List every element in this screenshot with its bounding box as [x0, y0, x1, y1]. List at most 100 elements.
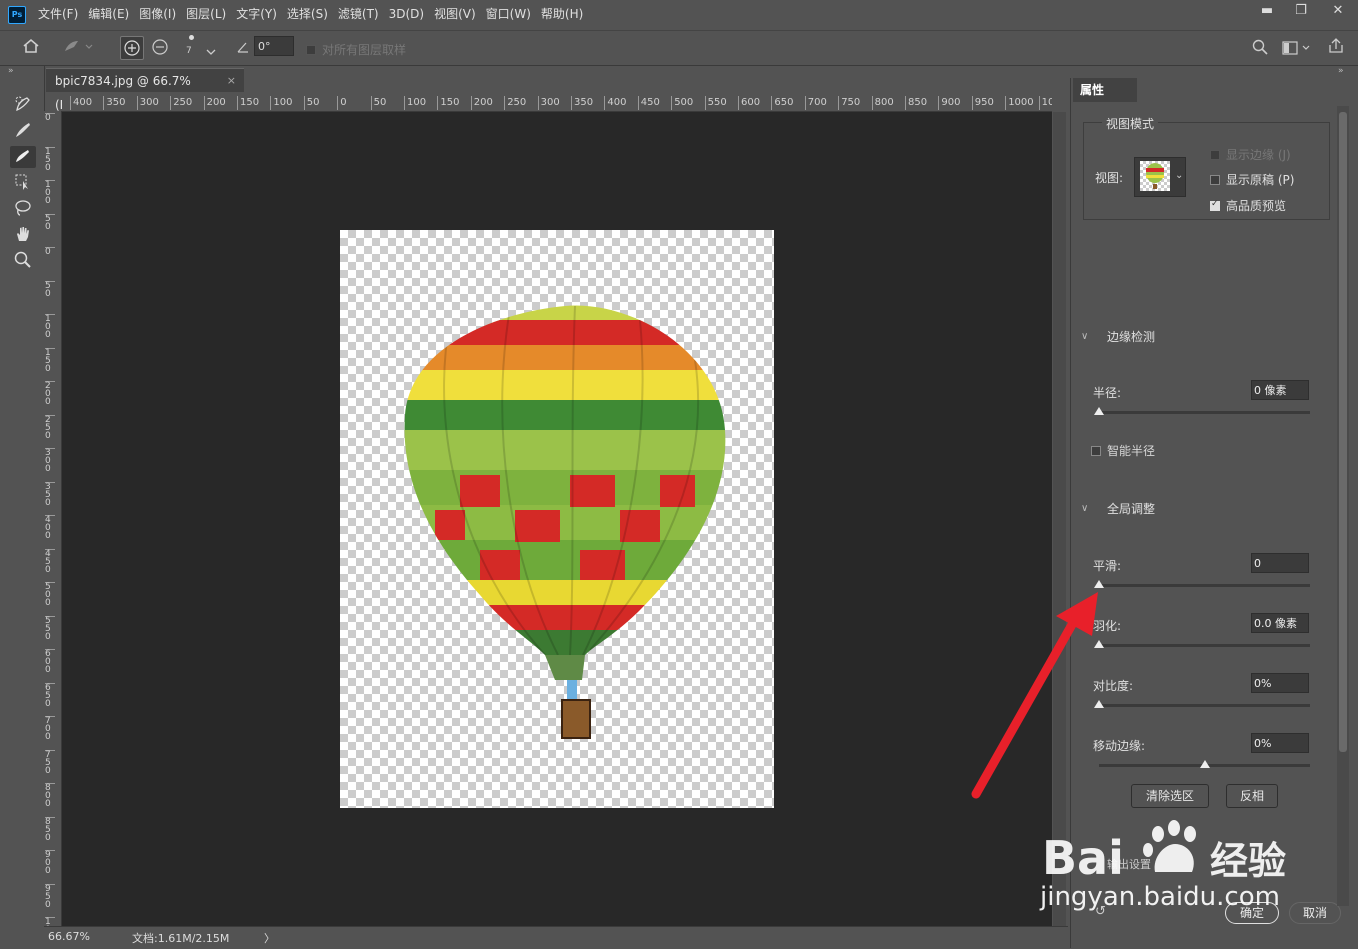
share-icon[interactable] — [1327, 37, 1345, 59]
ruler-tick-label: 650 — [771, 96, 793, 110]
hand-tool-icon[interactable] — [10, 224, 36, 246]
ruler-tick-label: 350 — [45, 481, 55, 507]
view-mode-dropdown[interactable]: ⌄ — [1134, 157, 1186, 197]
global-refinements-header[interactable]: ∨ 全局调整 — [1081, 500, 1155, 517]
clear-selection-button[interactable]: 清除选区 — [1131, 784, 1209, 808]
status-menu-arrow[interactable]: 〉 — [264, 930, 275, 946]
contrast-input[interactable]: 0% — [1251, 673, 1309, 693]
panel-scrollbar[interactable] — [1337, 106, 1349, 906]
smart-radius-label: 智能半径 — [1107, 444, 1156, 458]
tools-panel: » — [0, 66, 45, 946]
radius-slider-thumb[interactable] — [1094, 407, 1104, 415]
menu-bar: Ps 文件(F) 编辑(E) 图像(I) 图层(L) 文字(Y) 选择(S) 滤… — [0, 0, 1358, 28]
workspace-icon[interactable] — [1282, 40, 1312, 59]
menu-3d[interactable]: 3D(D) — [389, 0, 424, 28]
show-original-checkbox[interactable] — [1210, 174, 1220, 185]
shift-edge-slider[interactable] — [1099, 760, 1310, 768]
lasso-tool-icon[interactable] — [10, 198, 36, 220]
zoom-level[interactable]: 66.67% — [48, 930, 90, 943]
menu-edit[interactable]: 编辑(E) — [88, 0, 129, 28]
show-edge-option[interactable]: 显示边缘 (J) — [1210, 146, 1291, 163]
vertical-ruler[interactable]: 0 150 100 50 0 50 100 150 200 250 300 350 400 450 500 5… — [44, 111, 62, 926]
search-icon[interactable] — [1252, 39, 1268, 59]
menu-image[interactable]: 图像(I) — [139, 0, 176, 28]
ruler-tick-label: 350 — [571, 96, 593, 110]
show-original-option[interactable]: 显示原稿 (P) — [1210, 171, 1294, 188]
menu-window[interactable]: 窗口(W) — [486, 0, 531, 28]
radius-input[interactable]: 0 像素 — [1251, 380, 1309, 400]
global-refinements-title: 全局调整 — [1107, 502, 1156, 516]
refine-edge-brush-tool-icon[interactable] — [10, 120, 36, 142]
feather-slider[interactable] — [1094, 640, 1310, 648]
menu-filter[interactable]: 滤镜(T) — [338, 0, 379, 28]
ruler-tick-label: 250 — [45, 414, 55, 440]
object-selection-tool-icon[interactable] — [10, 172, 36, 194]
hq-preview-label: 高品质预览 — [1226, 199, 1287, 213]
home-icon[interactable] — [22, 37, 40, 59]
view-mode-group: 视图模式 视图: ⌄ 显示边缘 (J) 显示原稿 (P) 高品质预览 — [1083, 115, 1330, 220]
watermark-brand: Bai — [1042, 831, 1124, 882]
horizontal-ruler[interactable]: 400 350 300 250 200 150 100 50 0 50 100 150 200 250 30… — [62, 94, 1052, 112]
close-document-icon[interactable]: × — [227, 69, 236, 93]
close-window-button[interactable]: ✕ — [1318, 0, 1358, 22]
ruler-tick-label: 10 — [1038, 96, 1052, 110]
baidu-watermark: Bai 经验 jingyan.baidu.com — [1040, 812, 1340, 922]
hq-preview-option[interactable]: 高品质预览 — [1210, 197, 1286, 214]
brush-tool-icon[interactable] — [10, 146, 36, 168]
chevron-down-icon[interactable] — [206, 41, 216, 60]
menu-view[interactable]: 视图(V) — [434, 0, 476, 28]
panel-scrollbar-thumb[interactable] — [1339, 112, 1347, 752]
ruler-tick-label: 1000 — [1005, 96, 1034, 110]
smooth-slider[interactable] — [1094, 580, 1310, 588]
menu-type[interactable]: 文字(Y) — [236, 0, 277, 28]
properties-tab[interactable]: 属性 — [1073, 78, 1137, 102]
feather-input[interactable]: 0.0 像素 — [1251, 613, 1309, 633]
menu-layer[interactable]: 图层(L) — [186, 0, 226, 28]
document-image[interactable] — [340, 230, 774, 808]
angle-icon — [236, 39, 250, 58]
show-edge-label: 显示边缘 (J) — [1226, 148, 1291, 162]
ruler-tick-label: 950 — [45, 883, 55, 909]
collapse-panel-icon[interactable]: » — [8, 66, 14, 76]
radius-slider[interactable] — [1094, 407, 1310, 415]
document-tab[interactable]: bpic7834.jpg @ 66.7%(RGB/8#) × — [46, 68, 244, 112]
quick-selection-tool-icon[interactable] — [10, 94, 36, 116]
ruler-tick-label: 50 — [370, 96, 386, 110]
shift-edge-slider-thumb[interactable] — [1199, 760, 1210, 768]
add-to-selection-icon[interactable] — [120, 36, 144, 60]
angle-input[interactable]: 0° — [254, 36, 294, 56]
show-edge-checkbox[interactable] — [1210, 149, 1220, 160]
baidu-paw-logo-icon: Bai 经验 — [1042, 820, 1286, 882]
invert-button[interactable]: 反相 — [1226, 784, 1278, 808]
shift-edge-input[interactable]: 0% — [1251, 733, 1309, 753]
hq-preview-checkbox[interactable] — [1210, 199, 1220, 211]
brush-size-picker[interactable]: 7 — [186, 35, 194, 56]
hot-air-balloon-image — [404, 305, 726, 739]
smooth-input[interactable]: 0 — [1251, 553, 1309, 573]
ruler-tick-label: 200 — [470, 96, 493, 110]
chevron-down-icon: ∨ — [1081, 331, 1089, 342]
restore-button[interactable]: ❐ — [1284, 0, 1318, 22]
smooth-label: 平滑: — [1093, 559, 1122, 573]
ruler-tick-label: 550 — [45, 615, 55, 641]
sample-all-layers-option[interactable]: 对所有图层取样 — [306, 41, 406, 58]
watermark-url: jingyan.baidu.com — [1040, 882, 1280, 912]
menu-help[interactable]: 帮助(H) — [541, 0, 583, 28]
smart-radius-checkbox[interactable] — [1091, 445, 1101, 456]
sample-all-layers-checkbox[interactable] — [306, 44, 316, 55]
ruler-tick-label: 100 — [45, 180, 55, 206]
contrast-slider[interactable] — [1094, 700, 1310, 708]
minimize-button[interactable]: ▬ — [1250, 0, 1284, 22]
canvas-area[interactable] — [62, 112, 1052, 926]
panel-collapse-icon[interactable]: » — [1338, 66, 1344, 76]
zoom-tool-icon[interactable] — [10, 250, 36, 272]
brush-preset-icon[interactable] — [62, 37, 94, 59]
menu-select[interactable]: 选择(S) — [287, 0, 328, 28]
edge-detection-header[interactable]: ∨ 边缘检测 — [1081, 328, 1155, 345]
menu-file[interactable]: 文件(F) — [38, 0, 78, 28]
annotation-arrow — [971, 592, 1098, 799]
smart-radius-option[interactable]: 智能半径 — [1091, 442, 1155, 459]
subtract-from-selection-icon[interactable] — [150, 37, 170, 61]
ruler-tick-label: 450 — [45, 548, 55, 574]
view-label: 视图: — [1095, 171, 1124, 185]
